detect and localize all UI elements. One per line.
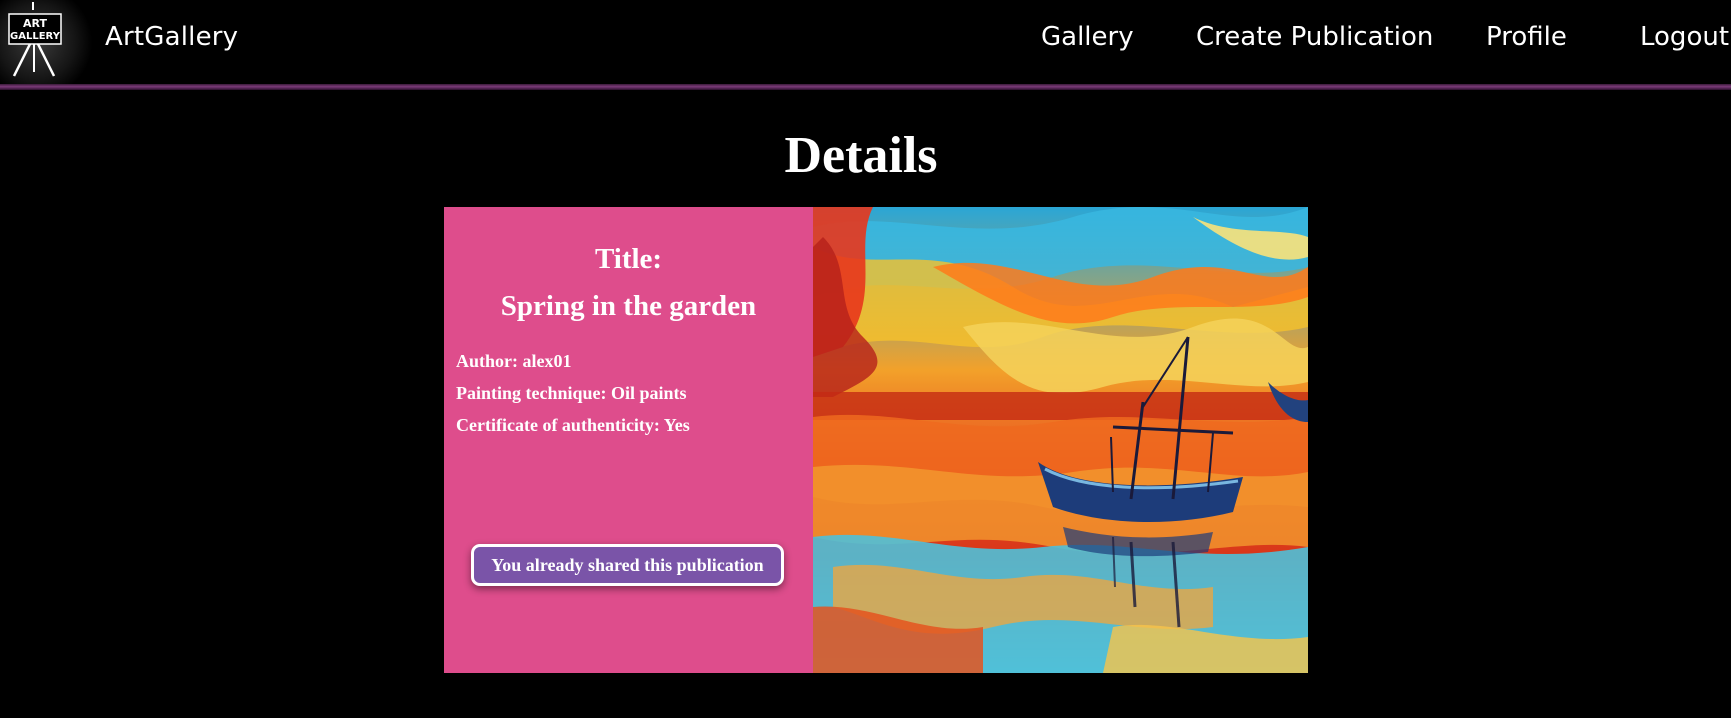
brand-name[interactable]: ArtGallery [105,22,238,52]
header-divider [0,84,1731,90]
technique-detail: Painting technique: Oil paints [456,383,687,403]
publication-info-panel: Title: Spring in the garden Author: alex… [444,207,813,673]
sunset-boat-painting-icon [813,207,1308,673]
svg-text:GALLERY: GALLERY [10,31,61,42]
title-label: Title: [594,243,663,275]
certificate-detail: Certificate of authenticity: Yes [456,415,690,435]
publication-details-card: Title: Spring in the garden Author: alex… [444,207,1308,673]
nav-gallery-link[interactable]: Gallery [1041,22,1134,52]
nav-create-publication-link[interactable]: Create Publication [1196,22,1433,52]
svg-text:ART: ART [23,17,47,30]
nav-profile-link[interactable]: Profile [1486,22,1567,52]
logo[interactable]: ART GALLERY [0,0,92,84]
publication-title: Spring in the garden [500,290,757,322]
publication-image [813,207,1308,673]
already-shared-button[interactable]: You already shared this publication [471,544,784,586]
author-detail: Author: alex01 [456,351,572,371]
top-navbar: ART GALLERY ArtGallery Gallery Create Pu… [0,0,1731,84]
nav-logout-link[interactable]: Logout [1640,22,1729,52]
easel-icon: ART GALLERY [8,2,62,77]
page-title: Details [784,127,938,184]
